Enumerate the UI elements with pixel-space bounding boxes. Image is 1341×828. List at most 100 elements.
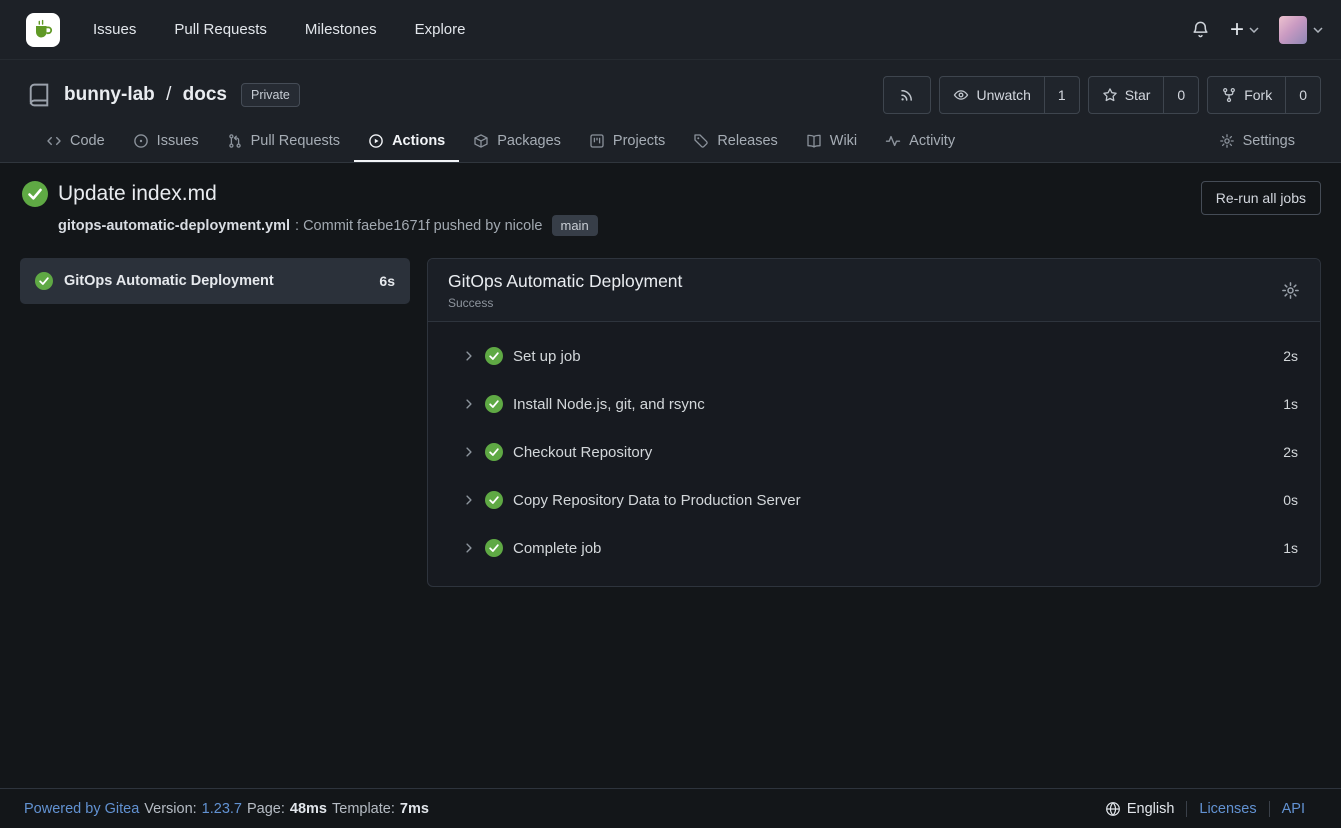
step-name: Copy Repository Data to Production Serve… <box>513 492 801 509</box>
job-success-check-icon <box>35 272 53 290</box>
forks-count[interactable]: 0 <box>1285 77 1320 113</box>
stars-count[interactable]: 0 <box>1163 77 1198 113</box>
step-row[interactable]: Complete job 1s <box>428 524 1320 572</box>
run-layout: GitOps Automatic Deployment 6s GitOps Au… <box>20 258 1321 587</box>
step-duration: 2s <box>1283 444 1298 460</box>
fork-button[interactable]: Fork <box>1208 77 1285 113</box>
watch-button-group: Unwatch 1 <box>939 76 1079 114</box>
step-duration: 1s <box>1283 396 1298 412</box>
step-duration: 1s <box>1283 540 1298 556</box>
chevron-right-icon[interactable] <box>462 349 476 363</box>
watchers-count[interactable]: 1 <box>1044 77 1079 113</box>
tab-label: Settings <box>1243 133 1295 149</box>
gitea-cup-icon <box>31 18 55 42</box>
run-info: Update index.md gitops-automatic-deploym… <box>20 181 598 236</box>
fork-button-group: Fork 0 <box>1207 76 1321 114</box>
code-icon <box>46 133 62 149</box>
step-row[interactable]: Copy Repository Data to Production Serve… <box>428 476 1320 524</box>
repo-owner-link[interactable]: bunny-lab <box>64 84 155 105</box>
chevron-right-icon[interactable] <box>462 397 476 411</box>
tab-activity[interactable]: Activity <box>871 120 969 162</box>
tab-wiki[interactable]: Wiki <box>792 120 871 162</box>
api-wrap: API <box>1269 801 1317 817</box>
pulse-icon <box>885 133 901 149</box>
tab-actions[interactable]: Actions <box>354 120 459 162</box>
language-selector[interactable]: English <box>1093 801 1187 817</box>
powered-by-gitea-link[interactable]: Powered by Gitea <box>24 801 139 817</box>
star-button[interactable]: Star <box>1089 77 1164 113</box>
package-box-icon <box>473 133 489 149</box>
git-fork-icon <box>1221 87 1237 103</box>
repo-breadcrumb: bunny-lab / docs <box>64 84 227 106</box>
step-name: Complete job <box>513 540 601 557</box>
footer-right: English Licenses API <box>1093 801 1317 817</box>
create-new-menu[interactable]: + <box>1230 18 1259 42</box>
project-board-icon <box>589 133 605 149</box>
job-duration: 6s <box>379 273 395 289</box>
licenses-link[interactable]: Licenses <box>1199 801 1256 817</box>
run-header: Update index.md gitops-automatic-deploym… <box>20 181 1321 236</box>
rss-button[interactable] <box>884 77 930 113</box>
job-detail-panel: GitOps Automatic Deployment Success Set … <box>427 258 1321 587</box>
rerun-all-jobs-button[interactable]: Re-run all jobs <box>1201 181 1321 215</box>
job-list-item[interactable]: GitOps Automatic Deployment 6s <box>20 258 410 304</box>
tab-releases[interactable]: Releases <box>679 120 791 162</box>
template-label: Template: <box>332 801 395 817</box>
play-circle-icon <box>368 133 384 149</box>
star-label: Star <box>1125 87 1151 103</box>
workflow-file-link[interactable]: gitops-automatic-deployment.yml <box>58 218 290 234</box>
tab-settings[interactable]: Settings <box>1205 120 1309 162</box>
step-row[interactable]: Checkout Repository 2s <box>428 428 1320 476</box>
nav-issues[interactable]: Issues <box>74 21 155 38</box>
step-row[interactable]: Set up job 2s <box>428 332 1320 380</box>
version-link[interactable]: 1.23.7 <box>202 801 242 817</box>
tab-label: Projects <box>613 133 665 149</box>
chevron-right-icon[interactable] <box>462 493 476 507</box>
repo-name-link[interactable]: docs <box>183 84 227 105</box>
pull-request-icon <box>227 133 243 149</box>
tab-code[interactable]: Code <box>32 120 119 162</box>
step-name: Install Node.js, git, and rsync <box>513 396 705 413</box>
unwatch-label: Unwatch <box>976 87 1030 103</box>
tag-icon <box>693 133 709 149</box>
star-button-group: Star 0 <box>1088 76 1199 114</box>
nav-milestones[interactable]: Milestones <box>286 21 396 38</box>
chevron-right-icon[interactable] <box>462 541 476 555</box>
tab-label: Packages <box>497 133 561 149</box>
step-name: Checkout Repository <box>513 444 652 461</box>
gear-icon[interactable] <box>1281 281 1300 300</box>
job-status-text: Success <box>448 296 682 310</box>
notifications-bell-icon[interactable] <box>1191 20 1210 39</box>
branch-badge[interactable]: main <box>552 215 598 236</box>
tab-packages[interactable]: Packages <box>459 120 575 162</box>
main-content: Update index.md gitops-automatic-deploym… <box>0 163 1341 587</box>
step-row[interactable]: Install Node.js, git, and rsync 1s <box>428 380 1320 428</box>
licenses-wrap: Licenses <box>1186 801 1268 817</box>
api-link[interactable]: API <box>1282 801 1305 817</box>
tab-projects[interactable]: Projects <box>575 120 679 162</box>
commit-text: : Commit faebe1671f pushed by nicole <box>295 218 542 234</box>
chevron-right-icon[interactable] <box>462 445 476 459</box>
page-time: 48ms <box>290 801 327 817</box>
tab-label: Activity <box>909 133 955 149</box>
user-menu[interactable] <box>1279 16 1323 44</box>
run-subtitle: gitops-automatic-deployment.yml : Commit … <box>58 215 598 236</box>
job-name: GitOps Automatic Deployment <box>64 273 274 289</box>
tab-label: Issues <box>157 133 199 149</box>
footer: Powered by Gitea Version: 1.23.7 Page: 4… <box>0 788 1341 828</box>
language-label: English <box>1127 801 1175 817</box>
chevron-down-icon <box>1313 27 1323 33</box>
unwatch-button[interactable]: Unwatch <box>940 77 1043 113</box>
private-badge: Private <box>241 83 300 107</box>
nav-explore[interactable]: Explore <box>396 21 485 38</box>
step-duration: 2s <box>1283 348 1298 364</box>
tab-pull-requests[interactable]: Pull Requests <box>213 120 354 162</box>
tab-label: Actions <box>392 133 445 149</box>
star-icon <box>1102 87 1118 103</box>
gitea-logo[interactable] <box>26 13 60 47</box>
tab-issues[interactable]: Issues <box>119 120 213 162</box>
plus-icon: + <box>1230 18 1244 42</box>
issue-circle-icon <box>133 133 149 149</box>
repo-header: bunny-lab / docs Private <box>0 60 1341 163</box>
nav-pull-requests[interactable]: Pull Requests <box>155 21 286 38</box>
